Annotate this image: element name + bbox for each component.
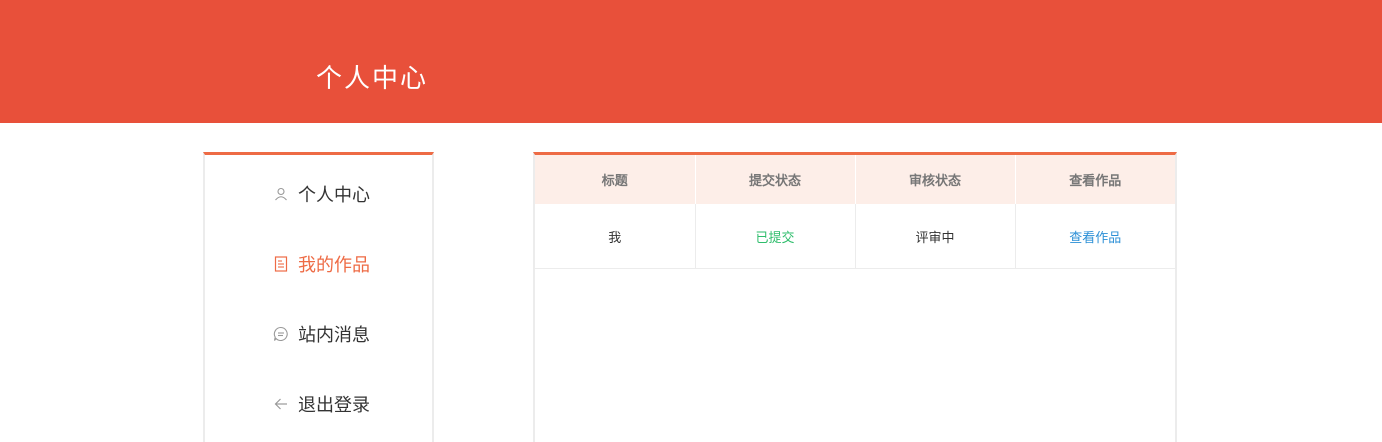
column-header-title: 标题 (535, 155, 696, 204)
sidebar-item-profile[interactable]: 个人中心 (273, 179, 370, 209)
sidebar-item-label: 个人中心 (298, 185, 370, 206)
cell-title: 我 (535, 204, 696, 269)
arrow-left-icon (273, 396, 289, 412)
cell-review-status: 评审中 (855, 204, 1016, 269)
sidebar-item-logout[interactable]: 退出登录 (273, 389, 370, 419)
table-row: 我 已提交 评审中 查看作品 (535, 204, 1175, 269)
column-header-view: 查看作品 (1015, 155, 1175, 204)
sidebar: 个人中心 我的作品 站内消息 退出登录 (203, 152, 434, 442)
sidebar-item-label: 站内消息 (298, 325, 370, 346)
works-table: 标题 提交状态 审核状态 查看作品 我 已提交 评审中 查看作品 (535, 155, 1175, 269)
column-header-review-status: 审核状态 (855, 155, 1016, 204)
cell-action: 查看作品 (1015, 204, 1175, 269)
document-icon (273, 256, 289, 272)
sidebar-item-messages[interactable]: 站内消息 (273, 319, 370, 349)
message-icon (273, 326, 289, 342)
table-header-row: 标题 提交状态 审核状态 查看作品 (535, 155, 1175, 204)
works-panel: 标题 提交状态 审核状态 查看作品 我 已提交 评审中 查看作品 (533, 152, 1177, 442)
cell-submit-status: 已提交 (695, 204, 856, 269)
column-header-submit-status: 提交状态 (695, 155, 856, 204)
view-work-link[interactable]: 查看作品 (1069, 231, 1121, 246)
sidebar-item-my-works[interactable]: 我的作品 (273, 249, 370, 279)
sidebar-item-label: 退出登录 (298, 395, 370, 416)
page-title: 个人中心 (316, 64, 429, 94)
user-icon (273, 186, 289, 202)
header-banner: 个人中心 (0, 0, 1382, 123)
sidebar-item-label: 我的作品 (298, 255, 370, 276)
